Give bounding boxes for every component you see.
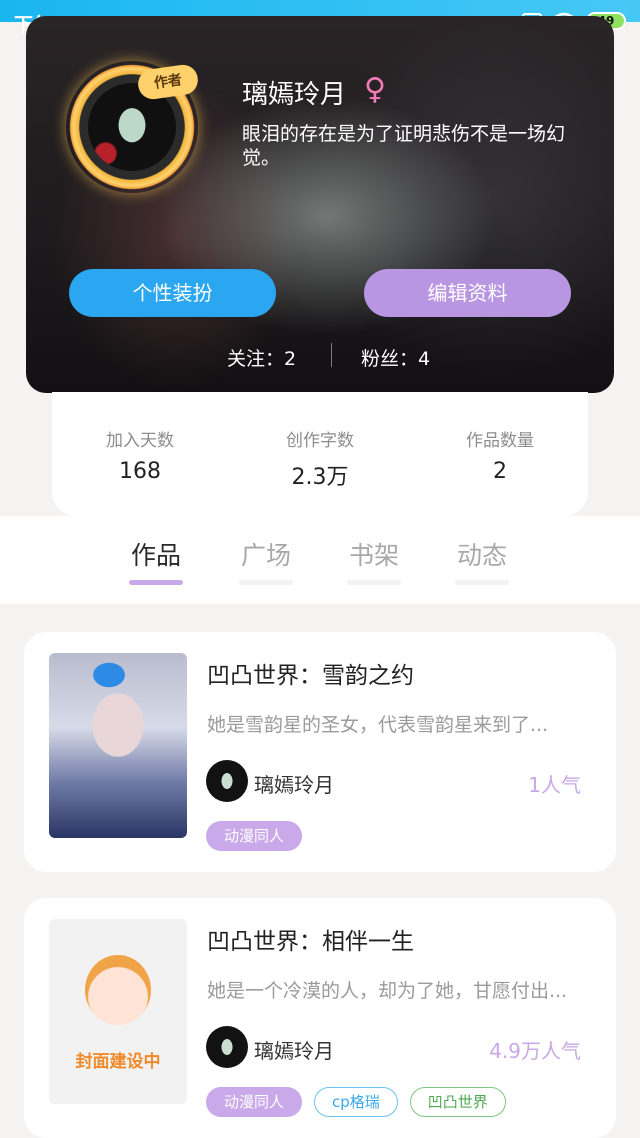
cover-placeholder-text: 封面建设中 — [75, 1052, 161, 1072]
tab-indicator — [239, 580, 293, 585]
tag-list: 动漫同人 cp格瑞 凹凸世界 — [206, 1087, 506, 1117]
popularity-count: 1人气 — [528, 773, 581, 797]
stat-value: 2.3万 — [291, 465, 349, 490]
work-title[interactable]: 凹凸世界：雪韵之约 — [207, 656, 414, 690]
tab-bar: 作品 广场 书架 动态 — [0, 516, 640, 604]
stat-value: 168 — [119, 459, 161, 484]
user-name: 璃嫣玲月 — [242, 80, 347, 110]
user-signature: 眼泪的存在是为了证明悲伤不是一场幻觉。 — [242, 123, 566, 169]
stat-label: 加入天数 — [106, 431, 174, 451]
author-name: 璃嫣玲月 — [254, 773, 334, 797]
tab-indicator — [347, 580, 401, 585]
stats-card: 加入天数 168 创作字数 2.3万 作品数量 2 — [52, 392, 588, 516]
decorate-button[interactable]: 个性装扮 — [69, 269, 276, 317]
tag-cp[interactable]: cp格瑞 — [314, 1087, 398, 1117]
tab-square[interactable]: 广场 — [221, 536, 311, 572]
tab-indicator — [129, 580, 183, 585]
tab-bookshelf[interactable]: 书架 — [329, 536, 419, 572]
following-count[interactable]: 关注：2 — [227, 344, 296, 371]
author-avatar — [206, 760, 248, 802]
popularity-count: 4.9万人气 — [489, 1039, 581, 1063]
placeholder-mascot-icon — [85, 955, 151, 1025]
work-cover-placeholder[interactable]: 封面建设中 — [49, 919, 187, 1104]
fans-count[interactable]: 粉丝：4 — [361, 344, 430, 371]
divider — [331, 343, 332, 367]
tab-feed[interactable]: 动态 — [437, 536, 527, 572]
stat-works-count: 作品数量 2 — [420, 426, 580, 484]
tab-indicator — [455, 580, 509, 585]
work-title[interactable]: 凹凸世界：相伴一生 — [207, 922, 414, 956]
stat-label: 作品数量 — [466, 431, 534, 451]
tag-anime-fanfic[interactable]: 动漫同人 — [206, 1087, 303, 1117]
author-name: 璃嫣玲月 — [254, 1039, 334, 1063]
work-description: 她是一个冷漠的人，却为了她，甘愿付出... — [207, 980, 568, 1002]
stat-word-count: 创作字数 2.3万 — [240, 426, 400, 491]
stat-join-days: 加入天数 168 — [60, 426, 220, 484]
tag-aotu-world[interactable]: 凹凸世界 — [409, 1087, 506, 1117]
author-avatar — [206, 1026, 248, 1068]
tag-list: 动漫同人 — [206, 821, 303, 851]
female-gender-icon: ♀ — [364, 72, 386, 107]
follow-stats: 关注：2 粉丝：4 — [26, 341, 614, 371]
stat-label: 创作字数 — [286, 431, 354, 451]
stat-value: 2 — [493, 459, 507, 484]
user-avatar[interactable]: 作者 — [66, 61, 200, 193]
work-card[interactable]: 凹凸世界：雪韵之约 她是雪韵星的圣女，代表雪韵星来到了... 璃嫣玲月 1人气 … — [24, 632, 616, 872]
work-card[interactable]: 封面建设中 凹凸世界：相伴一生 她是一个冷漠的人，却为了她，甘愿付出... 璃嫣… — [24, 898, 616, 1138]
tab-works[interactable]: 作品 — [111, 536, 201, 572]
tag-anime-fanfic[interactable]: 动漫同人 — [206, 821, 303, 851]
profile-header: 作者 璃嫣玲月 ♀ 眼泪的存在是为了证明悲伤不是一场幻觉。 个性装扮 编辑资料 … — [26, 16, 614, 393]
work-description: 她是雪韵星的圣女，代表雪韵星来到了... — [207, 714, 549, 736]
work-cover-image[interactable] — [49, 653, 187, 838]
edit-profile-button[interactable]: 编辑资料 — [364, 269, 571, 317]
